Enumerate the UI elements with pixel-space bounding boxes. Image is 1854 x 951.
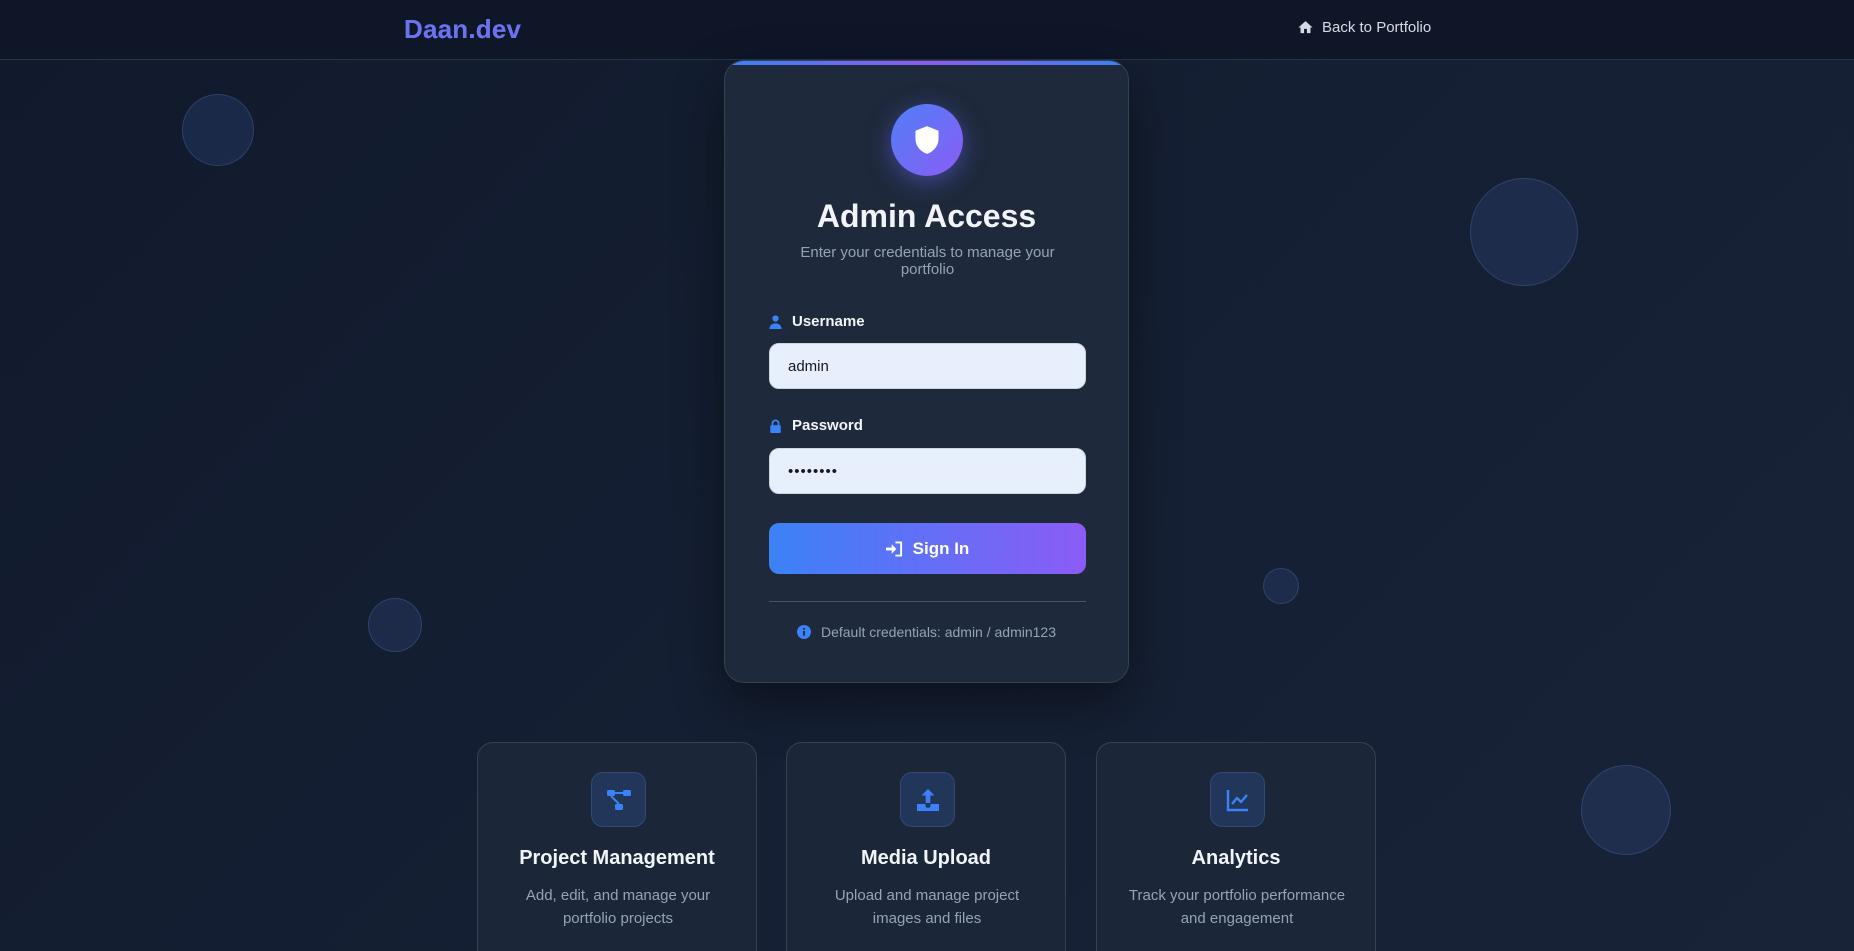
feature-card-analytics: Analytics Track your portfolio performan… [1096, 742, 1376, 951]
feature-icon-box [1210, 772, 1265, 827]
sign-in-button[interactable]: Sign In [769, 523, 1086, 574]
feature-description: Add, edit, and manage your portfolio pro… [525, 887, 711, 927]
sign-in-icon [885, 540, 902, 557]
username-input[interactable]: admin [769, 343, 1086, 389]
lock-icon [770, 419, 781, 433]
feature-title: Project Management [519, 847, 715, 869]
username-label: Username [769, 313, 865, 330]
sign-in-label: Sign In [912, 538, 970, 558]
top-navbar: Daan.dev Back to Portfolio [0, 0, 1854, 60]
login-title: Admin Access [816, 198, 1037, 234]
login-subtitle: Enter your credentials to manage your po… [800, 244, 1055, 278]
home-icon [1298, 21, 1313, 34]
credentials-hint-text: Default credentials: admin / admin123 [820, 624, 1057, 640]
feature-description: Track your portfolio performance and eng… [1128, 887, 1346, 927]
project-diagram-icon [606, 789, 631, 810]
info-icon [796, 625, 811, 639]
username-label-text: Username [792, 313, 865, 330]
password-label: Password [769, 417, 863, 434]
feature-icon-box [591, 772, 646, 827]
decor-bubble [182, 94, 254, 166]
login-card: Admin Access Enter your credentials to m… [724, 60, 1129, 683]
chart-line-icon [1226, 789, 1248, 811]
decor-bubble [368, 598, 422, 652]
decor-bubble [1581, 765, 1671, 855]
decor-bubble [1263, 568, 1299, 604]
decor-bubble [1470, 178, 1578, 286]
card-accent-bar [725, 61, 1128, 65]
back-link-label: Back to Portfolio [1322, 19, 1432, 36]
feature-card-media-upload: Media Upload Upload and manage project i… [786, 742, 1066, 951]
card-divider [769, 601, 1086, 602]
feature-icon-box [900, 772, 955, 827]
feature-card-project-management: Project Management Add, edit, and manage… [477, 742, 757, 951]
feature-title: Analytics [1191, 847, 1281, 869]
password-input[interactable]: •••••••• [769, 448, 1086, 494]
feature-title: Media Upload [860, 847, 991, 869]
shield-icon [915, 126, 939, 154]
shield-badge [891, 104, 963, 176]
back-to-portfolio-link[interactable]: Back to Portfolio [1297, 19, 1431, 36]
password-label-text: Password [792, 417, 863, 434]
upload-icon [916, 788, 939, 811]
user-icon [769, 314, 782, 329]
feature-description: Upload and manage project images and fil… [834, 887, 1020, 927]
site-logo[interactable]: Daan.dev [404, 14, 521, 45]
credentials-hint: Default credentials: admin / admin123 [725, 624, 1128, 640]
